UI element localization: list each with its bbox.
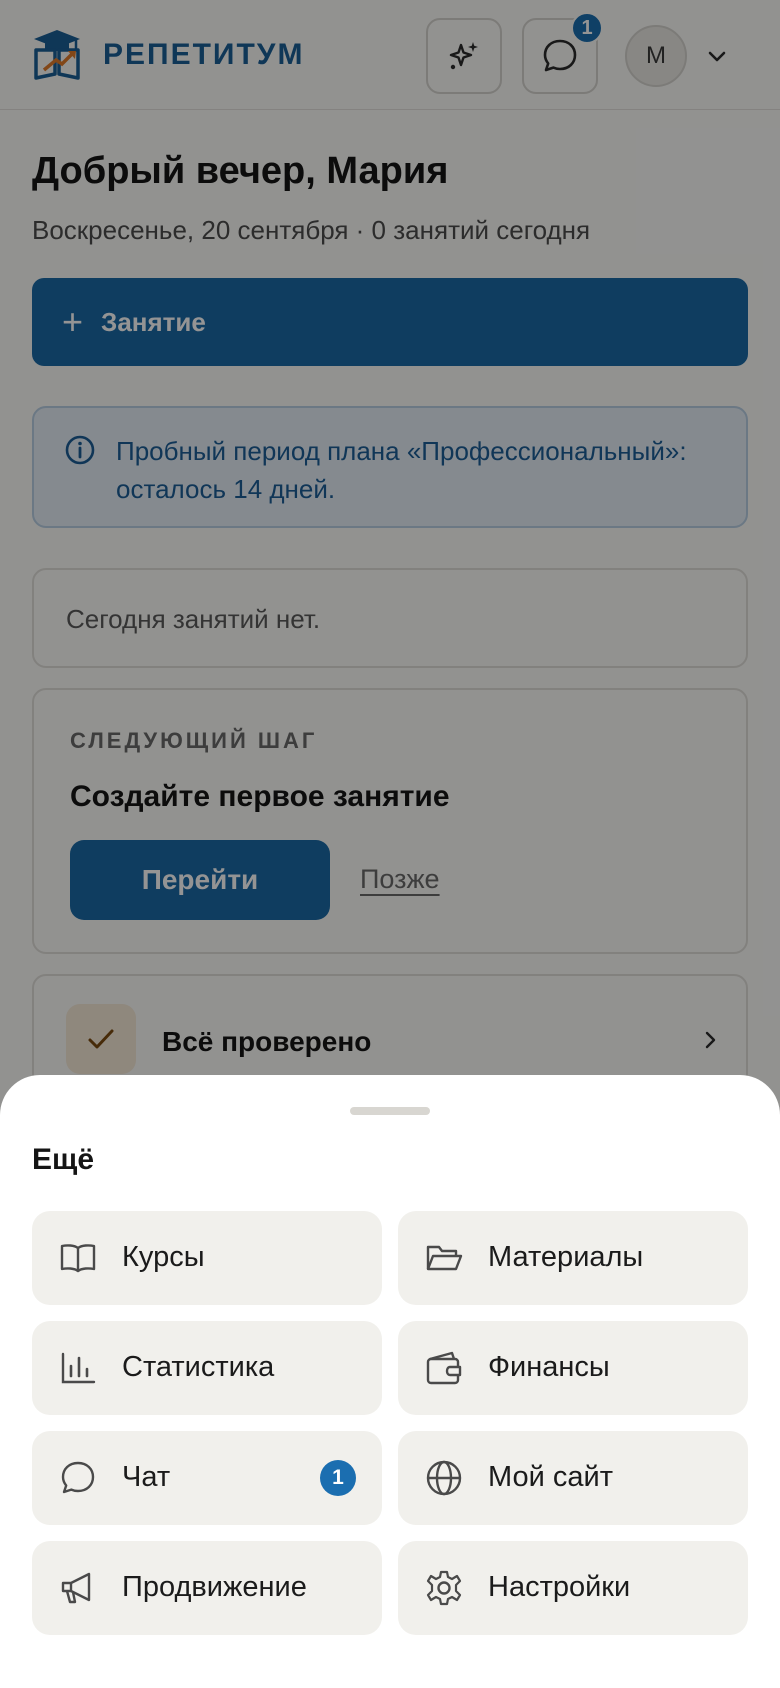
book-icon bbox=[60, 1244, 96, 1273]
menu-item-label: Продвижение bbox=[122, 1571, 307, 1603]
menu-item-settings[interactable]: Настройки bbox=[398, 1541, 748, 1635]
menu-item-label: Материалы bbox=[488, 1241, 644, 1273]
globe-icon bbox=[426, 1460, 462, 1496]
gear-icon bbox=[426, 1570, 462, 1606]
menu-item-label: Статистика bbox=[122, 1351, 275, 1383]
folder-icon bbox=[426, 1245, 463, 1271]
menu-item-label: Курсы bbox=[122, 1241, 205, 1273]
megaphone-icon bbox=[61, 1572, 91, 1604]
sheet-title: Ещё bbox=[32, 1143, 95, 1176]
chat-unread-badge: 1 bbox=[320, 1460, 356, 1496]
more-bottom-sheet: Ещё Курсы Материалы Статистика Финансы Ч… bbox=[0, 1075, 780, 1688]
menu-item-my-site[interactable]: Мой сайт bbox=[398, 1431, 748, 1525]
sheet-drag-handle[interactable] bbox=[350, 1107, 430, 1115]
menu-item-courses[interactable]: Курсы bbox=[32, 1211, 382, 1305]
menu-item-finances[interactable]: Финансы bbox=[398, 1321, 748, 1415]
menu-item-label: Чат bbox=[122, 1461, 171, 1493]
menu-item-chat[interactable]: Чат 1 bbox=[32, 1431, 382, 1525]
chat-icon bbox=[61, 1461, 95, 1494]
menu-item-promotion[interactable]: Продвижение bbox=[32, 1541, 382, 1635]
bar-chart-icon bbox=[61, 1352, 96, 1384]
menu-item-label: Настройки bbox=[488, 1571, 631, 1603]
wallet-icon bbox=[426, 1351, 462, 1385]
menu-item-materials[interactable]: Материалы bbox=[398, 1211, 748, 1305]
menu-item-statistics[interactable]: Статистика bbox=[32, 1321, 382, 1415]
menu-item-label: Финансы bbox=[488, 1351, 610, 1383]
menu-item-label: Мой сайт bbox=[488, 1461, 613, 1493]
